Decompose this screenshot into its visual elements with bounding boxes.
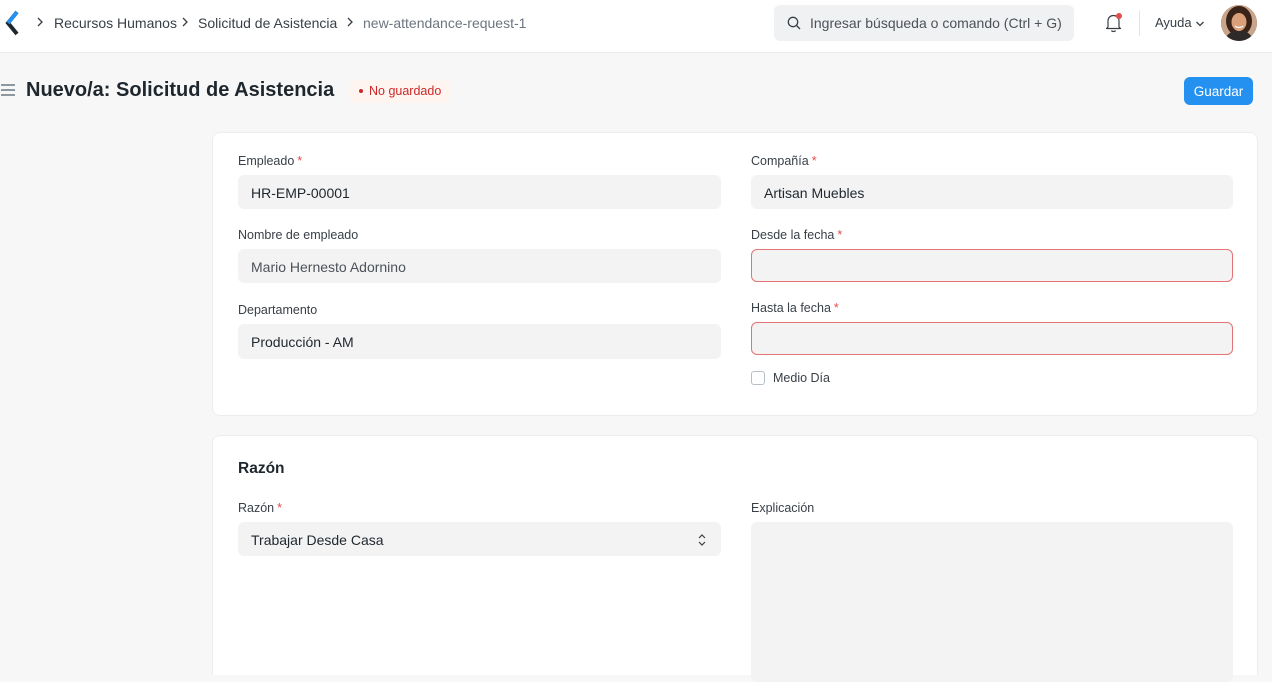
reason-card: Razón Razón * Trabajar Desde Casa Explica…: [212, 435, 1258, 682]
from-date-label-text: Desde la fecha: [751, 228, 835, 242]
reason-value: Trabajar Desde Casa: [251, 532, 384, 548]
search-bar[interactable]: [774, 5, 1074, 41]
required-marker: *: [297, 154, 303, 168]
required-marker: *: [833, 301, 839, 315]
required-marker: *: [837, 228, 843, 242]
from-date-field[interactable]: [751, 249, 1233, 283]
help-dropdown[interactable]: Ayuda: [1155, 15, 1205, 30]
explanation-label: Explicación: [751, 501, 815, 515]
reason-label: Razón *: [238, 501, 282, 516]
to-date-input[interactable]: [764, 324, 1232, 356]
sidebar-toggle-icon[interactable]: [0, 83, 16, 97]
company-label: Compañía *: [751, 154, 817, 169]
chevron-right-icon: [347, 17, 353, 27]
notifications-button[interactable]: [1104, 12, 1124, 34]
employee-label: Empleado *: [238, 154, 302, 169]
chevron-right-icon: [37, 17, 43, 27]
page-title: Nuevo/a: Solicitud de Asistencia: [26, 79, 335, 101]
department-field[interactable]: Producción - AM: [238, 324, 721, 359]
breadcrumb-solicitud-de-asistencia[interactable]: Solicitud de Asistencia: [198, 14, 337, 32]
to-date-field[interactable]: [751, 322, 1233, 356]
status-dot: [359, 88, 363, 93]
employee-name-label: Nombre de empleado: [238, 228, 359, 242]
search-icon: [787, 16, 801, 30]
employee-name-value: Mario Hernesto Adornino: [251, 259, 406, 275]
required-marker: *: [277, 501, 283, 515]
reason-label-text: Razón: [238, 501, 275, 515]
employee-name-field: Mario Hernesto Adornino: [238, 249, 721, 283]
navbar: Recursos Humanos Solicitud de Asistencia…: [0, 0, 1272, 53]
employee-value: HR-EMP-00001: [251, 185, 350, 201]
user-avatar-image: [1221, 5, 1257, 41]
save-button[interactable]: Guardar: [1184, 77, 1253, 105]
department-label: Departamento: [238, 303, 318, 317]
chevron-down-icon: [1195, 21, 1204, 26]
select-arrows-icon: [698, 534, 706, 546]
from-date-input[interactable]: [764, 251, 1232, 283]
required-marker: *: [811, 154, 817, 168]
notification-dot: [1116, 13, 1122, 19]
from-date-label: Desde la fecha *: [751, 228, 842, 243]
section-title-razon: Razón: [238, 460, 285, 477]
navbar-divider: [1139, 10, 1140, 36]
company-field[interactable]: Artisan Muebles: [751, 175, 1233, 209]
details-card: Empleado * HR-EMP-00001 Nombre de emplead…: [212, 132, 1258, 416]
app-logo-icon[interactable]: [4, 10, 20, 36]
search-input[interactable]: [810, 5, 1066, 41]
breadcrumb-recursos-humanos[interactable]: Recursos Humanos: [54, 14, 177, 32]
to-date-label: Hasta la fecha *: [751, 301, 839, 316]
help-label: Ayuda: [1155, 15, 1192, 30]
employee-field[interactable]: HR-EMP-00001: [238, 175, 721, 209]
avatar[interactable]: [1221, 5, 1257, 41]
chevron-right-icon: [182, 17, 188, 27]
company-label-text: Compañía: [751, 154, 809, 168]
reason-select[interactable]: Trabajar Desde Casa: [238, 522, 721, 556]
explanation-textarea[interactable]: [751, 522, 1233, 682]
employee-label-text: Empleado: [238, 154, 295, 168]
half-day-checkbox[interactable]: [751, 371, 765, 385]
company-value: Artisan Muebles: [764, 185, 865, 201]
status-label: No guardado: [369, 84, 442, 98]
breadcrumb-current[interactable]: new-attendance-request-1: [363, 14, 526, 32]
department-value: Producción - AM: [251, 334, 354, 350]
half-day-label: Medio Día: [773, 371, 830, 385]
to-date-label-text: Hasta la fecha: [751, 301, 831, 315]
status-badge: No guardado: [350, 80, 451, 103]
